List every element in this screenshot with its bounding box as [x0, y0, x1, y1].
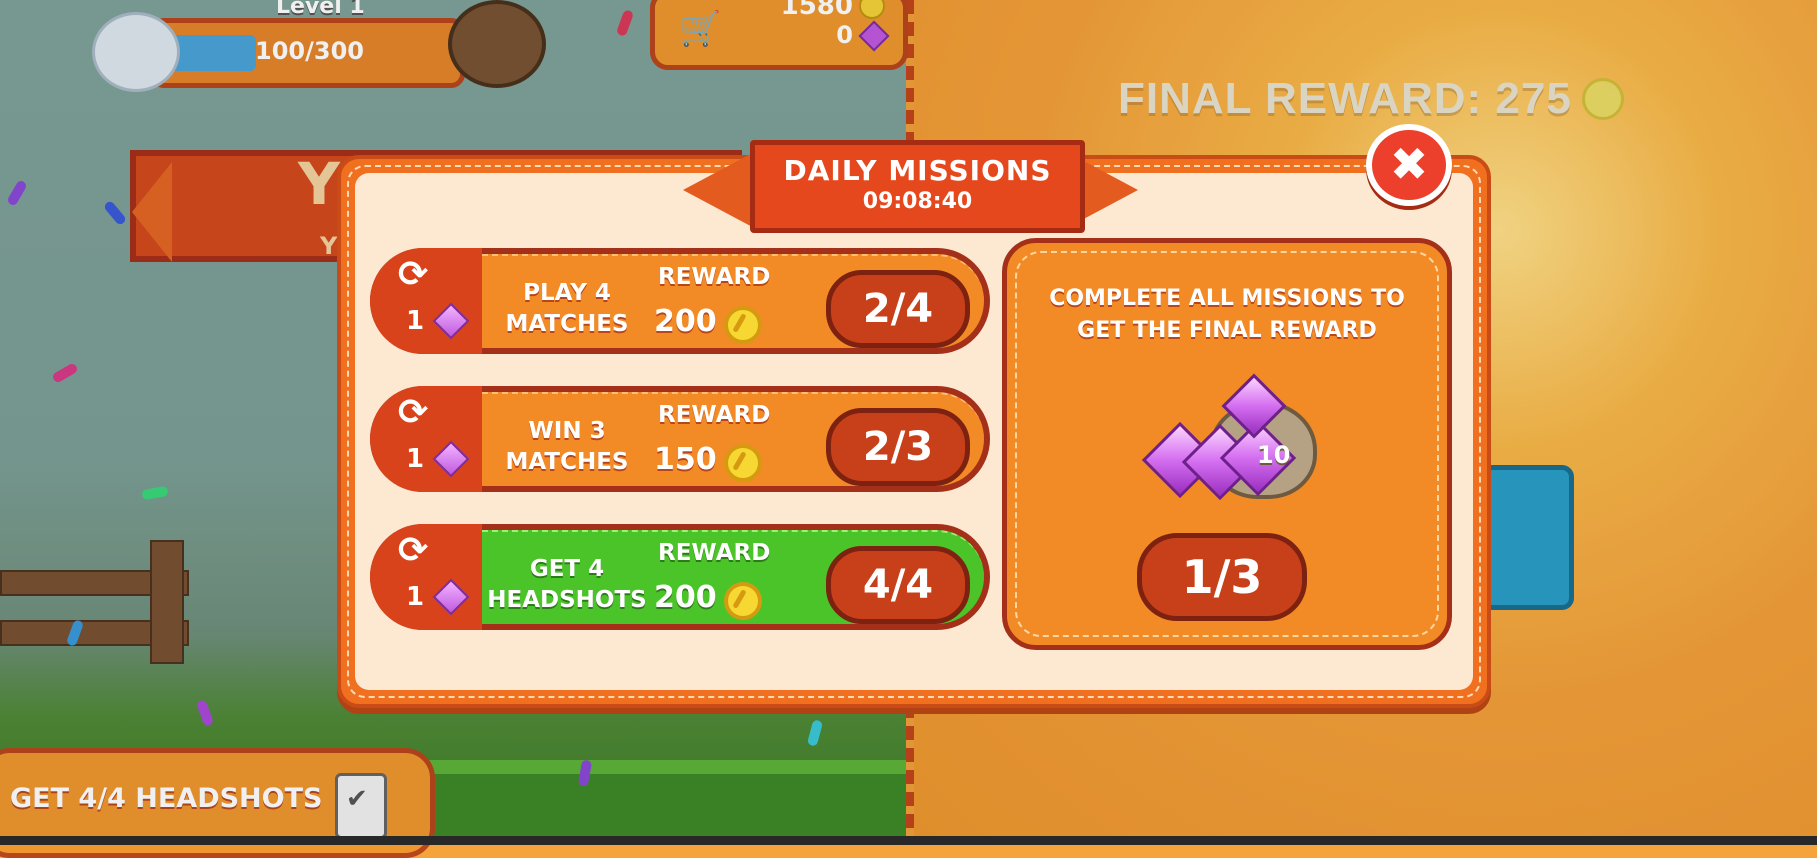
refresh-icon: ⟳	[398, 254, 429, 295]
mission-body: WIN 3 MATCHES REWARD 150 2/3	[482, 392, 984, 486]
mission-body: GET 4 HEADSHOTS REWARD 200 4/4	[482, 530, 984, 624]
ribbon-tail-left	[683, 150, 758, 230]
coin-icon	[724, 444, 762, 482]
sack-amount: 10	[1257, 441, 1291, 469]
reroll-cost: 1	[406, 444, 425, 474]
mission-name: WIN 3 MATCHES	[505, 418, 629, 475]
gem-icon	[432, 578, 470, 616]
reroll-mission-button[interactable]: ⟳ 1	[370, 248, 482, 354]
mission-row: ⟳ 1 WIN 3 MATCHES REWARD 150 2/3	[370, 386, 990, 492]
reward-label: REWARD	[658, 540, 771, 566]
reroll-cost: 1	[406, 306, 425, 336]
mission-row: ⟳ 1 PLAY 4 MATCHES REWARD 200 2/4	[370, 248, 990, 354]
mission-name: PLAY 4 MATCHES	[505, 280, 629, 337]
reroll-mission-button[interactable]: ⟳ 1	[370, 524, 482, 630]
final-reward-panel: COMPLETE ALL MISSIONS TO GET THE FINAL RE…	[1002, 238, 1452, 650]
mission-name: GET 4 HEADSHOTS	[487, 556, 647, 613]
mission-timer: 09:08:40	[862, 189, 973, 214]
modal-title: DAILY MISSIONS	[783, 154, 1052, 187]
gem-icon	[432, 302, 470, 340]
mission-progress: 4/4	[826, 546, 970, 624]
reward-amount: 200	[654, 580, 717, 615]
mission-progress: 2/3	[826, 408, 970, 486]
reward-amount: 150	[654, 442, 717, 477]
close-icon: ✖	[1389, 137, 1429, 191]
reroll-cost: 1	[406, 582, 425, 612]
gem-sack-icon: 10	[1139, 373, 1319, 503]
reward-label: REWARD	[658, 264, 771, 290]
modal-title-ribbon: DAILY MISSIONS 09:08:40	[750, 140, 1085, 233]
gem-icon	[432, 440, 470, 478]
final-reward-description: COMPLETE ALL MISSIONS TO GET THE FINAL RE…	[1049, 286, 1405, 343]
mission-progress: 2/4	[826, 270, 970, 348]
mission-body: PLAY 4 MATCHES REWARD 200 2/4	[482, 254, 984, 348]
coin-icon	[724, 306, 762, 344]
reward-label: REWARD	[658, 402, 771, 428]
reroll-mission-button[interactable]: ⟳ 1	[370, 386, 482, 492]
mission-row-completed: ⟳ 1 GET 4 HEADSHOTS REWARD 200 4/4	[370, 524, 990, 630]
final-progress: 1/3	[1137, 533, 1307, 621]
reward-amount: 200	[654, 304, 717, 339]
refresh-icon: ⟳	[398, 530, 429, 571]
close-button[interactable]: ✖	[1366, 124, 1452, 206]
refresh-icon: ⟳	[398, 392, 429, 433]
coin-icon	[724, 582, 762, 620]
